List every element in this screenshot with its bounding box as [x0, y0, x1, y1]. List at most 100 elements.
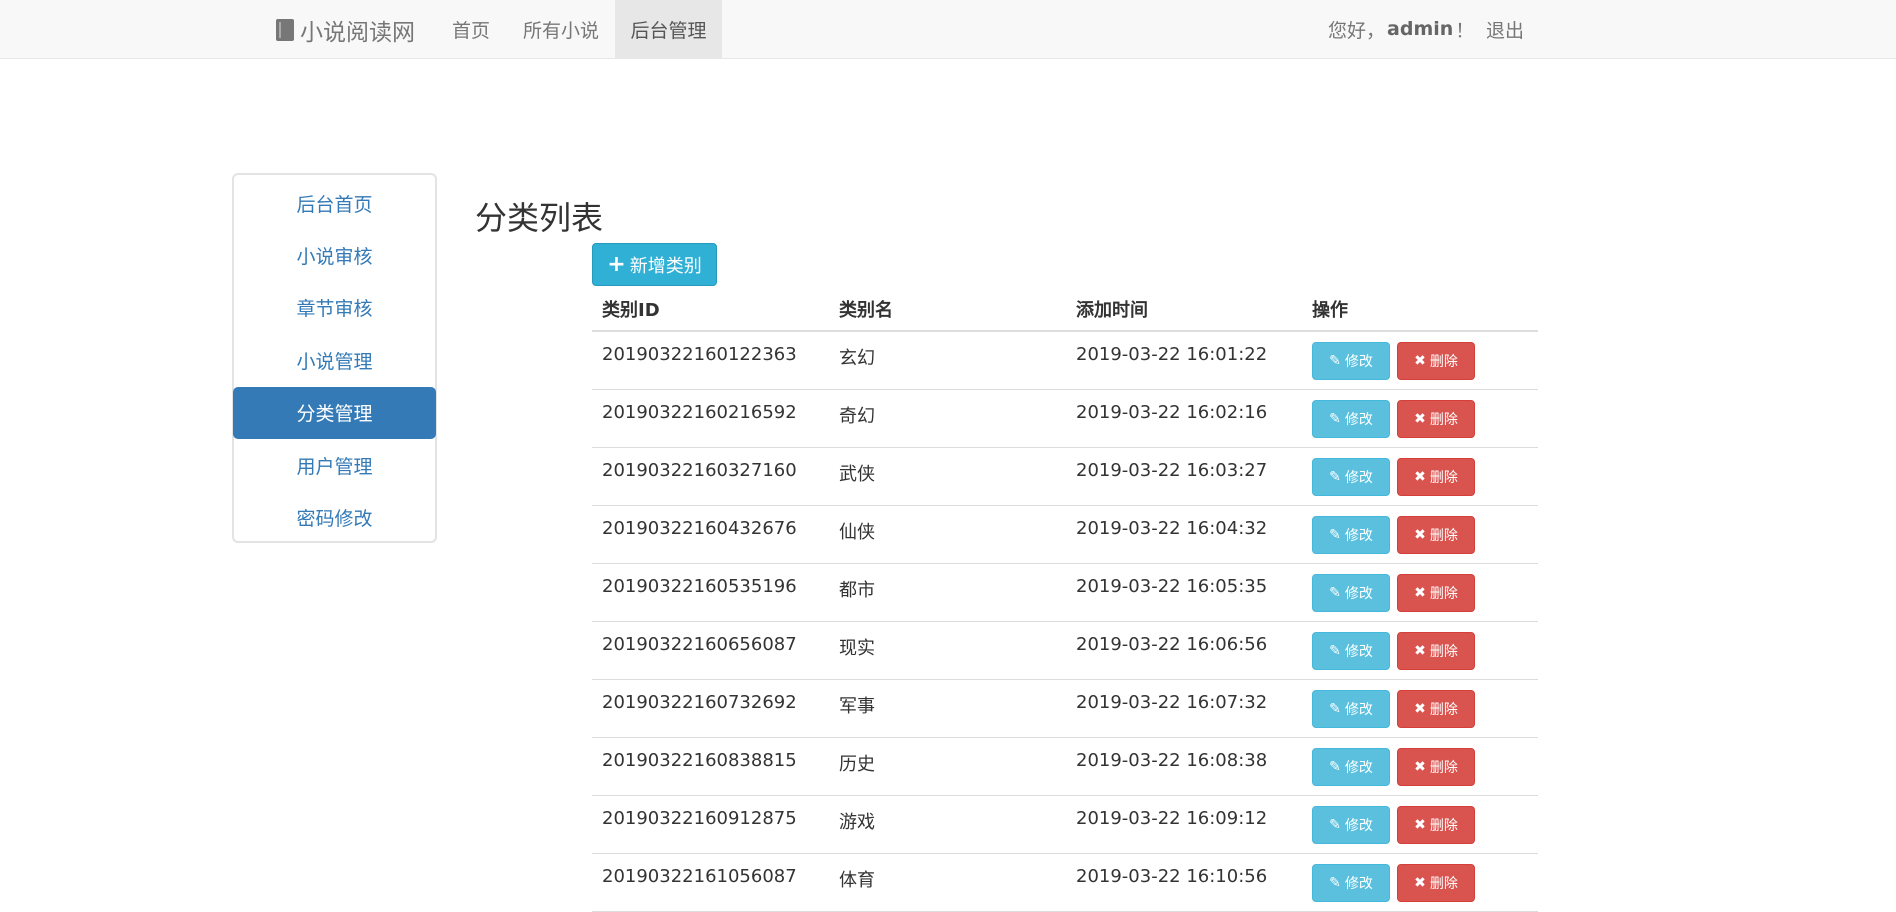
- close-icon: ✖: [1414, 469, 1426, 485]
- category-name: 仙侠: [839, 522, 875, 543]
- category-id: 20190322160656087: [602, 634, 797, 655]
- add-category-button[interactable]: + 新增类别: [592, 243, 717, 286]
- category-id: 20190322160122363: [602, 344, 797, 365]
- close-icon: ✖: [1414, 411, 1426, 427]
- row-actions: ✎ 修改 ✖ 删除: [1302, 390, 1538, 447]
- category-id: 20190322161056087: [602, 866, 797, 887]
- sidebar-item-user-manage[interactable]: 用户管理: [234, 439, 435, 491]
- delete-button[interactable]: ✖ 删除: [1397, 748, 1475, 786]
- edit-icon: ✎: [1329, 585, 1341, 601]
- delete-button[interactable]: ✖ 删除: [1397, 632, 1475, 670]
- row-actions: ✎ 修改 ✖ 删除: [1302, 332, 1538, 389]
- row-actions: ✎ 修改 ✖ 删除: [1302, 738, 1538, 795]
- delete-button[interactable]: ✖ 删除: [1397, 400, 1475, 438]
- edit-icon: ✎: [1329, 875, 1341, 891]
- delete-label: 删除: [1429, 354, 1458, 370]
- delete-label: 删除: [1429, 876, 1458, 892]
- edit-icon: ✎: [1329, 411, 1341, 427]
- table-row: 20190322160216592 奇幻 2019-03-22 16:02:16 ✎ 修…: [592, 390, 1538, 448]
- close-icon: ✖: [1414, 527, 1426, 543]
- category-added-time: 2019-03-22 16:07:32: [1076, 692, 1268, 713]
- greeting: 您好， admin ！: [1328, 0, 1474, 58]
- category-id: 20190322160912875: [602, 808, 797, 829]
- edit-label: 修改: [1344, 586, 1373, 602]
- sidebar-item-novel-review[interactable]: 小说审核: [234, 229, 435, 281]
- category-name: 都市: [839, 580, 875, 601]
- edit-label: 修改: [1344, 412, 1373, 428]
- edit-label: 修改: [1344, 876, 1373, 892]
- brand-label: 小说阅读网: [300, 19, 415, 46]
- book-icon: [276, 18, 294, 41]
- column-header-name: 类别名: [839, 300, 893, 321]
- row-actions: ✎ 修改 ✖ 删除: [1302, 796, 1538, 853]
- delete-label: 删除: [1429, 586, 1458, 602]
- plus-icon: +: [607, 252, 626, 277]
- edit-button[interactable]: ✎ 修改: [1312, 574, 1390, 612]
- edit-button[interactable]: ✎ 修改: [1312, 690, 1390, 728]
- column-header-actions: 操作: [1312, 300, 1348, 321]
- delete-button[interactable]: ✖ 删除: [1397, 864, 1475, 902]
- table-row: 20190322160432676 仙侠 2019-03-22 16:04:32 ✎ 修…: [592, 506, 1538, 564]
- row-actions: ✎ 修改 ✖ 删除: [1302, 448, 1538, 505]
- nav-all-novels[interactable]: 所有小说: [515, 0, 607, 58]
- edit-label: 修改: [1344, 818, 1373, 834]
- delete-label: 删除: [1429, 528, 1458, 544]
- delete-label: 删除: [1429, 644, 1458, 660]
- edit-button[interactable]: ✎ 修改: [1312, 632, 1390, 670]
- sidebar-item-password-change[interactable]: 密码修改: [234, 491, 435, 543]
- table-row: 20190322160732692 军事 2019-03-22 16:07:32 ✎ 修…: [592, 680, 1538, 738]
- table-row: 20190322160838815 历史 2019-03-22 16:08:38 ✎ 修…: [592, 738, 1538, 796]
- sidebar-item-dashboard[interactable]: 后台首页: [234, 177, 435, 229]
- row-actions: ✎ 修改 ✖ 删除: [1302, 506, 1538, 563]
- edit-button[interactable]: ✎ 修改: [1312, 400, 1390, 438]
- category-name: 玄幻: [839, 348, 875, 369]
- nav-home[interactable]: 首页: [440, 0, 502, 58]
- table-body: 20190322160122363 玄幻 2019-03-22 16:01:22 ✎ 修…: [592, 332, 1538, 912]
- table-row: 20190322160535196 都市 2019-03-22 16:05:35 ✎ 修…: [592, 564, 1538, 622]
- close-icon: ✖: [1414, 875, 1426, 891]
- edit-icon: ✎: [1329, 527, 1341, 543]
- category-id: 20190322160432676: [602, 518, 797, 539]
- edit-button[interactable]: ✎ 修改: [1312, 806, 1390, 844]
- page-title: 分类列表: [475, 199, 604, 237]
- table-row: 20190322160122363 玄幻 2019-03-22 16:01:22 ✎ 修…: [592, 332, 1538, 390]
- category-added-time: 2019-03-22 16:08:38: [1076, 750, 1268, 771]
- username: admin: [1387, 18, 1454, 40]
- row-actions: ✎ 修改 ✖ 删除: [1302, 854, 1538, 911]
- delete-button[interactable]: ✖ 删除: [1397, 342, 1475, 380]
- close-icon: ✖: [1414, 643, 1426, 659]
- column-header-time: 添加时间: [1076, 300, 1148, 321]
- greeting-suffix: ！: [1455, 19, 1475, 42]
- brand[interactable]: 小说阅读网: [276, 0, 415, 59]
- category-name: 武侠: [839, 464, 875, 485]
- table-row: 20190322160327160 武侠 2019-03-22 16:03:27 ✎ 修…: [592, 448, 1538, 506]
- row-actions: ✎ 修改 ✖ 删除: [1302, 564, 1538, 621]
- column-header-id: 类别ID: [602, 300, 660, 321]
- table-row: 20190322161056087 体育 2019-03-22 16:10:56 ✎ 修…: [592, 854, 1538, 912]
- category-added-time: 2019-03-22 16:09:12: [1076, 808, 1268, 829]
- sidebar-item-category-manage[interactable]: 分类管理: [233, 386, 436, 439]
- delete-button[interactable]: ✖ 删除: [1397, 690, 1475, 728]
- edit-label: 修改: [1344, 644, 1373, 660]
- category-id: 20190322160216592: [602, 402, 797, 423]
- delete-button[interactable]: ✖ 删除: [1397, 458, 1475, 496]
- edit-button[interactable]: ✎ 修改: [1312, 748, 1390, 786]
- sidebar-item-novel-manage[interactable]: 小说管理: [234, 334, 435, 386]
- row-actions: ✎ 修改 ✖ 删除: [1302, 680, 1538, 737]
- edit-button[interactable]: ✎ 修改: [1312, 864, 1390, 902]
- category-table: 类别ID 类别名 添加时间 操作 20190322160122363 玄幻 2019…: [592, 288, 1538, 912]
- sidebar-item-chapter-review[interactable]: 章节审核: [234, 282, 435, 334]
- logout-link[interactable]: 退出: [1486, 0, 1524, 58]
- delete-button[interactable]: ✖ 删除: [1397, 806, 1475, 844]
- edit-button[interactable]: ✎ 修改: [1312, 458, 1390, 496]
- category-added-time: 2019-03-22 16:01:22: [1076, 344, 1268, 365]
- delete-button[interactable]: ✖ 删除: [1397, 516, 1475, 554]
- category-name: 游戏: [839, 812, 875, 833]
- nav-admin[interactable]: 后台管理: [615, 0, 722, 58]
- edit-label: 修改: [1344, 702, 1373, 718]
- edit-button[interactable]: ✎ 修改: [1312, 342, 1390, 380]
- table-header: 类别ID 类别名 添加时间 操作: [592, 288, 1538, 332]
- edit-label: 修改: [1344, 354, 1373, 370]
- edit-button[interactable]: ✎ 修改: [1312, 516, 1390, 554]
- delete-button[interactable]: ✖ 删除: [1397, 574, 1475, 612]
